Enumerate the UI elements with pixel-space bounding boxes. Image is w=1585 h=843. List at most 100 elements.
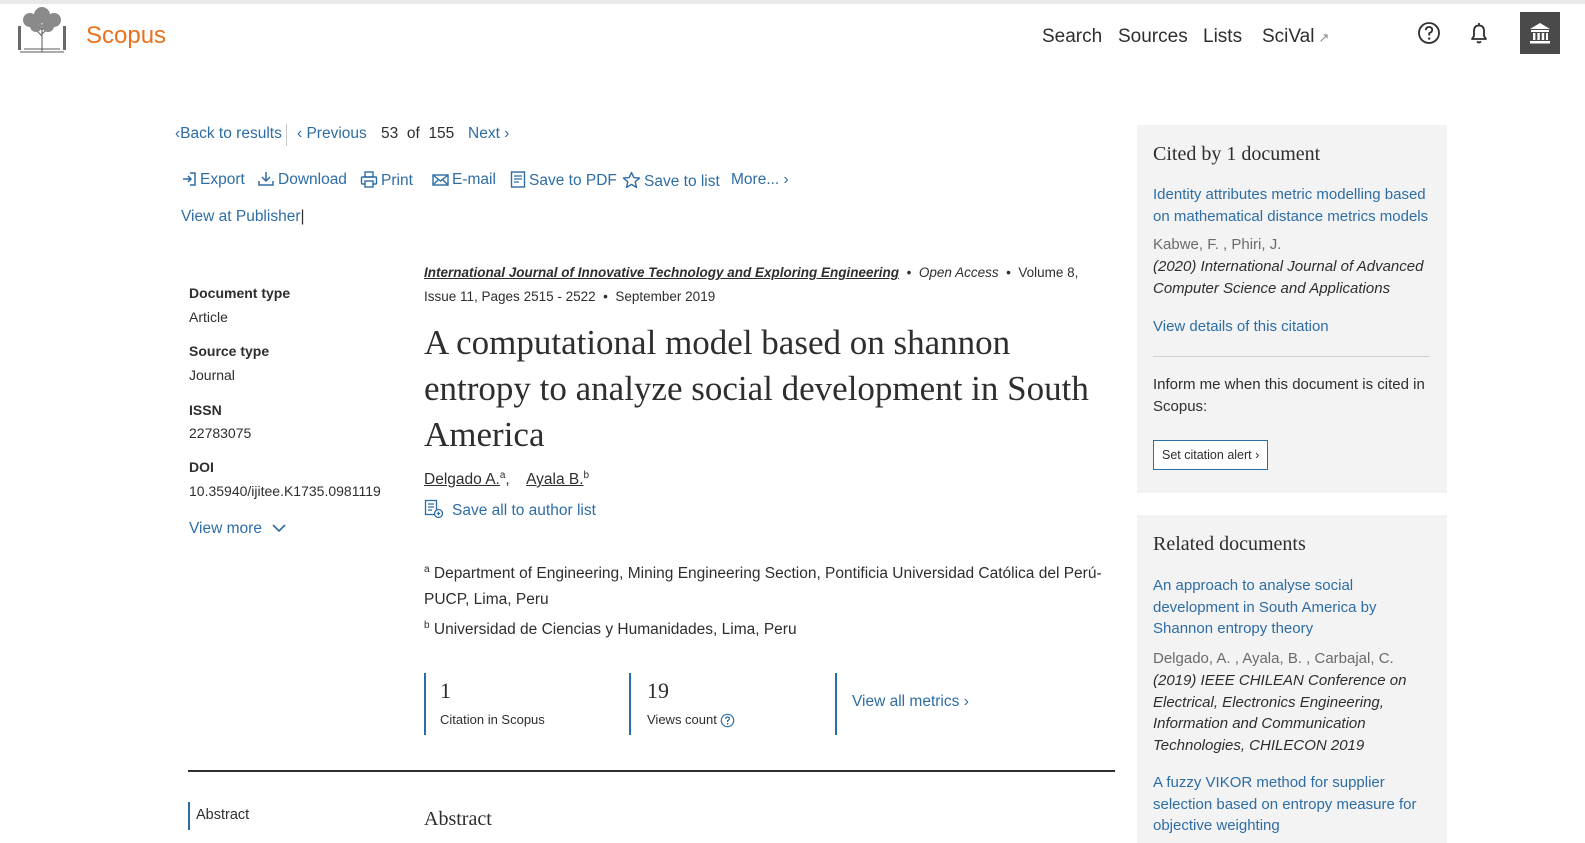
related-documents-panel: Related documents An approach to analyse… bbox=[1137, 515, 1447, 843]
source-type-label: Source type bbox=[189, 343, 270, 359]
view-at-publisher-label: View at Publisher bbox=[181, 208, 301, 225]
document-title: A computational model based on shannon e… bbox=[424, 323, 1089, 454]
scopus-logo[interactable]: Scopus bbox=[86, 22, 166, 50]
source-type-value: Journal bbox=[189, 367, 235, 383]
notifications-bell-icon[interactable] bbox=[1466, 20, 1492, 46]
nav-scival[interactable]: SciVal ↗ bbox=[1262, 26, 1329, 48]
issn-value: 22783075 bbox=[189, 425, 252, 441]
document-type-label: Document type bbox=[189, 285, 291, 301]
institution-button[interactable] bbox=[1520, 12, 1560, 54]
abstract-heading: Abstract bbox=[424, 808, 492, 830]
affiliation-b: b Universidad de Ciencias y Humanidades,… bbox=[424, 613, 1114, 643]
export-icon bbox=[183, 172, 196, 186]
source-line: International Journal of Innovative Tech… bbox=[424, 261, 1104, 309]
citation-count: 1 bbox=[440, 678, 451, 703]
counter-of: of bbox=[406, 125, 420, 142]
view-citation-details-link[interactable]: View details of this citation bbox=[1153, 316, 1433, 338]
more-button[interactable]: More... › bbox=[731, 171, 789, 189]
help-icon[interactable] bbox=[1416, 20, 1442, 46]
previous-label: Previous bbox=[306, 125, 367, 142]
views-count-label: Views count bbox=[647, 712, 717, 727]
document-type-value: Article bbox=[189, 309, 228, 325]
print-button[interactable]: Print bbox=[360, 171, 413, 190]
result-counter: 53 of 155 bbox=[381, 125, 454, 143]
related-document-authors: Delgado, A. , Ayala, B. , Carbajal, C. bbox=[1153, 650, 1394, 667]
download-icon bbox=[258, 172, 274, 186]
open-access-label: Open Access bbox=[918, 265, 999, 280]
related-documents-heading: Related documents bbox=[1153, 533, 1306, 555]
export-label: Export bbox=[200, 171, 245, 188]
issn-label: ISSN bbox=[189, 402, 222, 418]
chevron-right-icon: › bbox=[499, 125, 510, 142]
email-icon bbox=[432, 174, 449, 186]
view-more-label: View more bbox=[189, 520, 262, 537]
save-to-pdf-button[interactable]: Save to PDF bbox=[510, 171, 617, 190]
views-count-label-wrap: Views count bbox=[647, 712, 735, 728]
nav-lists[interactable]: Lists bbox=[1203, 26, 1242, 48]
star-icon bbox=[622, 171, 641, 189]
metric-divider bbox=[835, 673, 837, 735]
save-to-list-button[interactable]: Save to list bbox=[622, 171, 720, 191]
view-more-link[interactable]: View more bbox=[189, 520, 286, 538]
site-header: Scopus Search Sources Lists SciVal ↗ bbox=[0, 4, 1585, 66]
author-link[interactable]: Ayala B. bbox=[526, 471, 583, 488]
pdf-icon bbox=[510, 171, 526, 188]
related-document-link[interactable]: An approach to analyse social developmen… bbox=[1153, 575, 1433, 640]
affiliation-marker: b bbox=[583, 470, 590, 481]
divider bbox=[286, 124, 287, 146]
doi-label: DOI bbox=[189, 459, 214, 475]
bullet-separator: • bbox=[599, 289, 612, 304]
cited-by-panel: Cited by 1 document Identity attributes … bbox=[1137, 125, 1447, 493]
chevron-right-icon: › bbox=[779, 171, 789, 188]
download-label: Download bbox=[278, 171, 347, 188]
external-link-icon: ↗ bbox=[1318, 30, 1330, 45]
bullet-separator: • bbox=[902, 265, 916, 280]
email-button[interactable]: E-mail bbox=[432, 171, 496, 189]
metric-divider bbox=[424, 673, 426, 735]
abstract-nav-link[interactable]: Abstract bbox=[196, 807, 249, 823]
export-button[interactable]: Export bbox=[181, 171, 245, 189]
panel-divider bbox=[1153, 356, 1430, 357]
next-link[interactable]: Next › bbox=[468, 125, 509, 143]
back-to-results-link[interactable]: ‹Back to results bbox=[175, 125, 282, 143]
more-label: More... bbox=[731, 171, 780, 188]
affiliation-text: Universidad de Ciencias y Humanidades, L… bbox=[433, 621, 797, 639]
next-label: Next bbox=[468, 125, 500, 142]
journal-link[interactable]: International Journal of Innovative Tech… bbox=[424, 265, 899, 280]
citing-document-link[interactable]: Identity attributes metric modelling bas… bbox=[1153, 184, 1433, 227]
view-at-publisher-link[interactable]: View at Publisher| bbox=[181, 208, 305, 226]
view-all-metrics-link[interactable]: View all metrics › bbox=[852, 693, 969, 711]
bullet-separator: • bbox=[1002, 265, 1015, 280]
save-all-to-author-list-button[interactable]: Save all to author list bbox=[424, 499, 596, 520]
back-to-results-label: Back to results bbox=[180, 125, 282, 142]
views-count: 19 bbox=[647, 678, 669, 703]
set-citation-alert-button[interactable]: Set citation alert › bbox=[1153, 440, 1269, 470]
affiliation-text: Department of Engineering, Mining Engine… bbox=[424, 565, 1102, 609]
download-button[interactable]: Download bbox=[257, 171, 347, 189]
nav-search[interactable]: Search bbox=[1042, 26, 1102, 48]
view-all-metrics-label: View all metrics bbox=[852, 693, 960, 710]
author-list-icon bbox=[424, 499, 444, 519]
citation-count-label: Citation in Scopus bbox=[440, 712, 545, 727]
doi-value: 10.35940/ijitee.K1735.0981119 bbox=[189, 483, 381, 499]
print-label: Print bbox=[381, 172, 413, 189]
inform-me-text: Inform me when this document is cited in… bbox=[1153, 376, 1425, 415]
section-divider bbox=[188, 770, 1115, 772]
save-to-list-label: Save to list bbox=[644, 173, 720, 190]
author-link[interactable]: Delgado A. bbox=[424, 471, 500, 488]
current-index: 53 bbox=[381, 125, 399, 142]
affiliation-marker: a bbox=[499, 470, 506, 481]
chevron-right-icon: › bbox=[1251, 448, 1260, 462]
institution-icon bbox=[1530, 23, 1550, 44]
nav-sources[interactable]: Sources bbox=[1118, 26, 1188, 48]
total-results: 155 bbox=[428, 125, 455, 142]
related-document-link[interactable]: A fuzzy VIKOR method for supplier select… bbox=[1153, 772, 1433, 837]
previous-link[interactable]: ‹ Previous bbox=[297, 125, 367, 143]
affiliation-a: a Department of Engineering, Mining Engi… bbox=[424, 557, 1114, 613]
chevron-down-icon bbox=[272, 524, 286, 533]
print-icon bbox=[360, 171, 378, 188]
affiliation-marker: b bbox=[424, 620, 430, 631]
elsevier-logo-icon[interactable] bbox=[14, 6, 70, 54]
info-icon[interactable] bbox=[720, 713, 735, 728]
abstract-nav-indicator bbox=[188, 802, 190, 830]
